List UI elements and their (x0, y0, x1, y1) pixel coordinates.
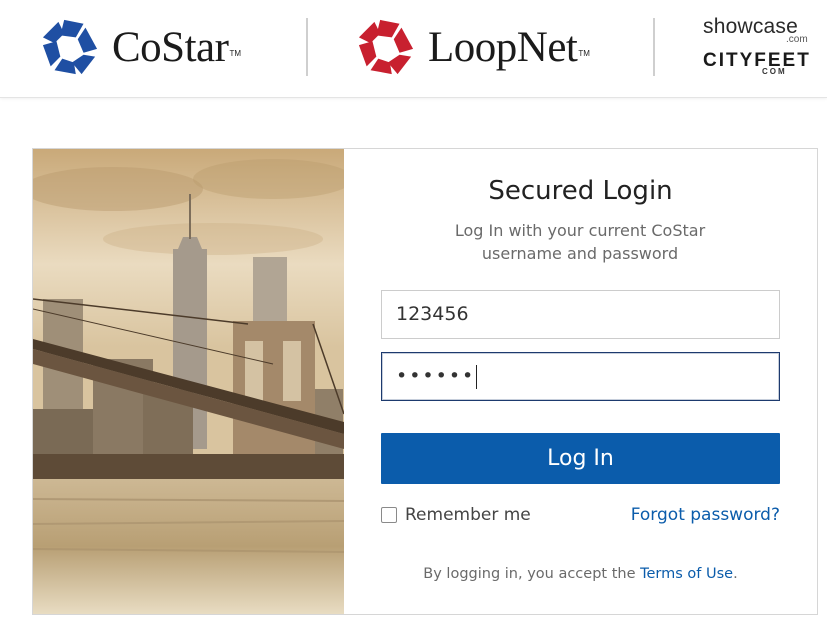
cityfeet-com: COM (762, 67, 787, 76)
costar-star-icon (42, 19, 98, 75)
login-button[interactable]: Log In (381, 433, 780, 484)
checkbox-icon[interactable] (381, 507, 397, 523)
password-value: •••••• (396, 365, 476, 387)
login-form: Secured Login Log In with your current C… (344, 149, 817, 614)
text-caret (476, 364, 478, 389)
showcase-logo[interactable]: showcase (703, 15, 798, 39)
loopnet-logo[interactable]: LoopNet TM (356, 18, 590, 76)
header-divider (306, 18, 308, 76)
header-divider (653, 18, 655, 76)
remember-me-label: Remember me (405, 505, 531, 525)
terms-prefix: By logging in, you accept the (423, 566, 636, 582)
cityfeet-logo[interactable]: CITYFEET (703, 50, 811, 72)
costar-logo[interactable]: CoStar TM (40, 18, 241, 76)
showcase-com: .com (786, 34, 808, 45)
terms-of-use-link[interactable]: Terms of Use (640, 566, 733, 582)
loopnet-tm: TM (578, 48, 590, 58)
remember-me[interactable]: Remember me (381, 505, 531, 525)
site-header: CoStar TM LoopNet TM showcase .com CITYF… (0, 0, 827, 98)
username-input[interactable]: 123456 (381, 290, 780, 339)
terms-notice: By logging in, you accept the Terms of U… (344, 566, 817, 582)
city-skyline-image (33, 149, 344, 614)
forgot-password-link[interactable]: Forgot password? (631, 505, 780, 525)
login-title: Secured Login (488, 176, 673, 206)
password-input[interactable]: •••••• (381, 352, 780, 401)
login-card: Secured Login Log In with your current C… (32, 148, 818, 615)
loopnet-star-icon (358, 19, 414, 75)
costar-wordmark: CoStar (112, 23, 229, 71)
costar-tm: TM (229, 48, 242, 58)
username-value: 123456 (396, 303, 469, 325)
terms-suffix: . (733, 566, 738, 582)
login-subtitle: Log In with your current CoStar username… (454, 221, 706, 263)
loopnet-wordmark: LoopNet (428, 23, 578, 71)
